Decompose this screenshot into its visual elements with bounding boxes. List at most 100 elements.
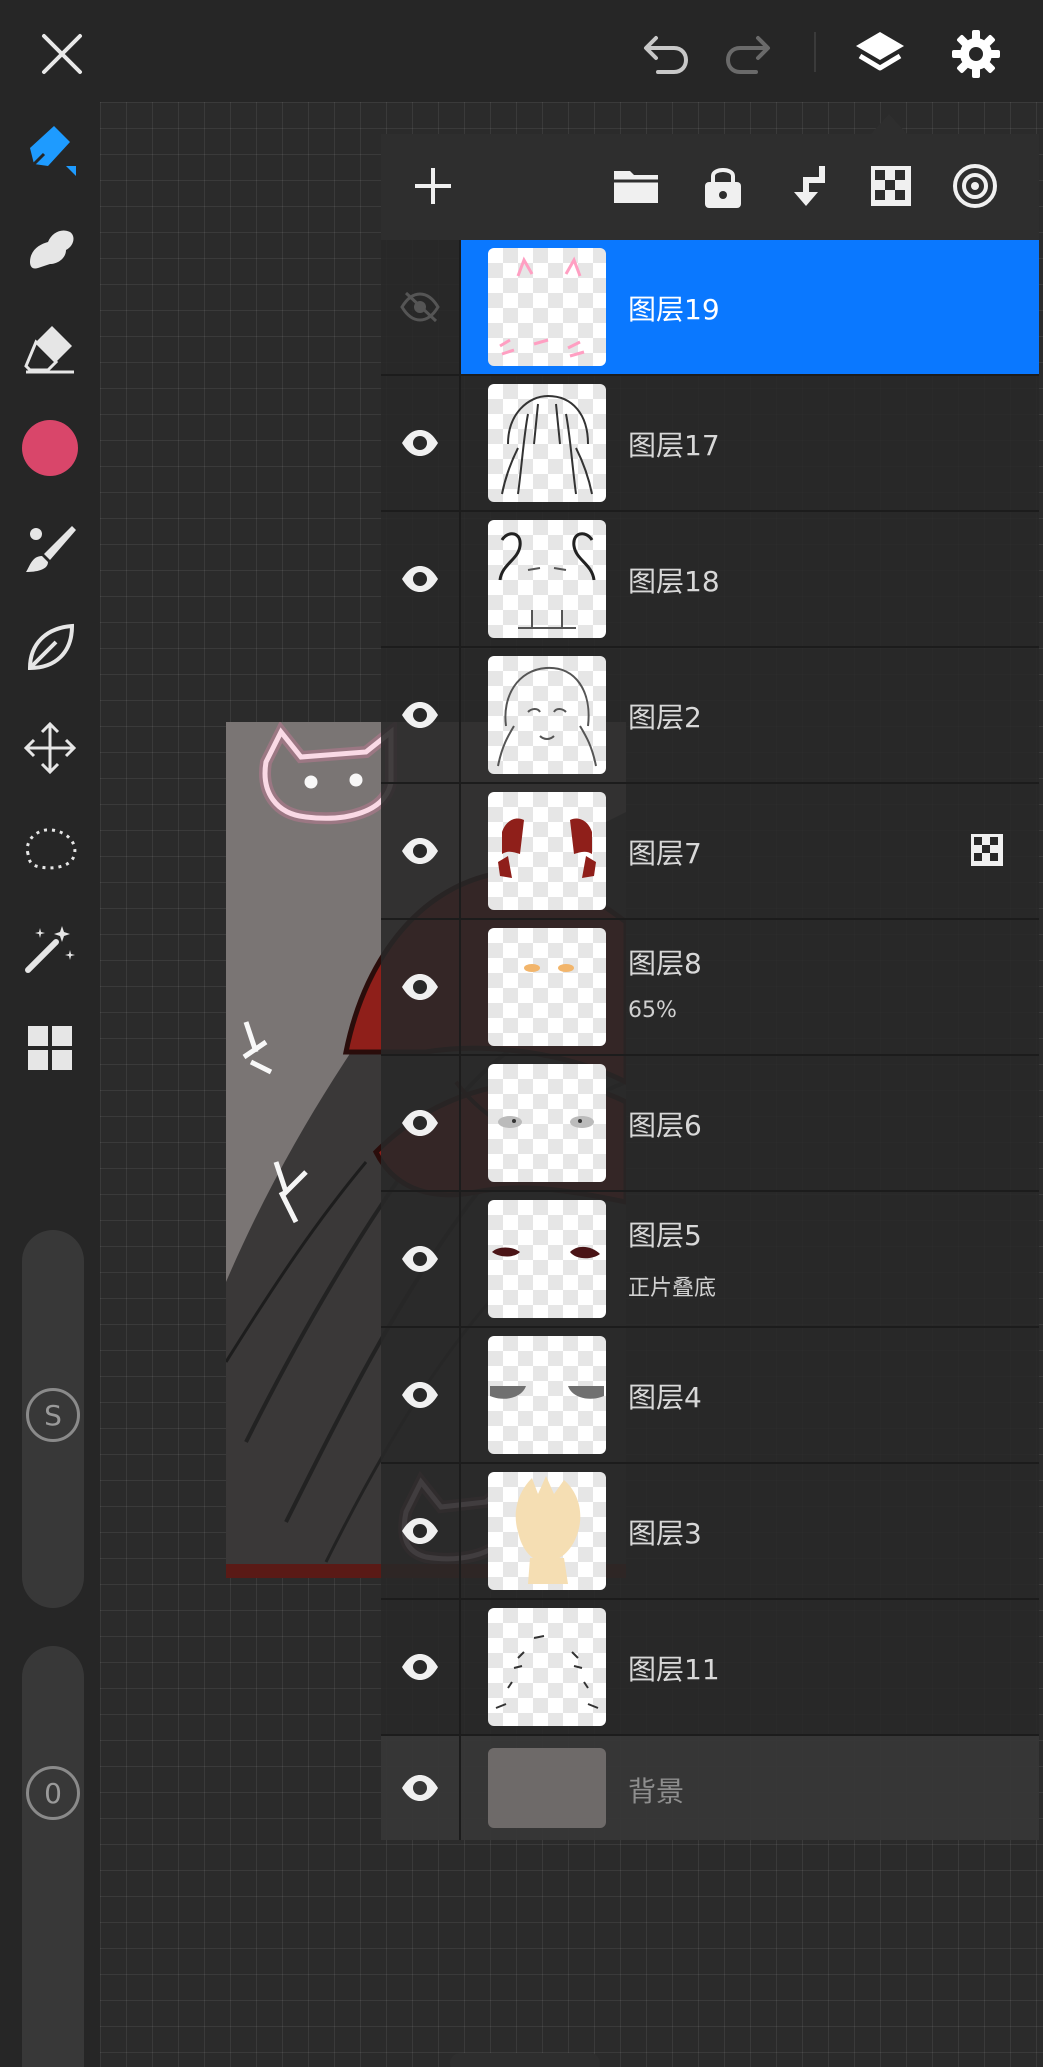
eye-hidden-icon	[400, 291, 440, 323]
gallery-tool[interactable]	[10, 1008, 90, 1088]
layer-row[interactable]: 图层6	[381, 1056, 1039, 1192]
layer-row[interactable]: 图层4	[381, 1328, 1039, 1464]
layer-name: 图层4	[628, 1381, 702, 1414]
layer-blend-mode: 正片叠底	[628, 1276, 717, 1301]
close-icon	[42, 34, 82, 74]
alpha-lock-indicator-icon	[971, 834, 1003, 866]
settings-button[interactable]	[936, 14, 1016, 94]
layer-thumbnail	[488, 928, 606, 1046]
layer-name: 图层8	[628, 947, 702, 980]
layer-row[interactable]: 图层7	[381, 784, 1039, 920]
lasso-icon	[25, 828, 77, 870]
close-button[interactable]	[22, 14, 102, 94]
blend-icon	[953, 164, 997, 208]
layer-row[interactable]: 图层5 正片叠底	[381, 1192, 1039, 1328]
eye-icon	[402, 1246, 438, 1272]
alpha-lock-button[interactable]	[853, 148, 929, 224]
smudge-icon	[30, 230, 74, 269]
visibility-toggle[interactable]	[381, 512, 461, 646]
visibility-toggle[interactable]	[381, 376, 461, 510]
eye-icon	[402, 1775, 438, 1801]
layer-name: 图层3	[628, 1517, 702, 1550]
layer-row[interactable]: 图层11	[381, 1600, 1039, 1736]
layers-panel-header	[381, 134, 1039, 240]
gear-icon	[952, 30, 1000, 78]
visibility-toggle[interactable]	[381, 920, 461, 1054]
size-slider-label: S	[26, 1388, 80, 1442]
visibility-toggle[interactable]	[381, 1600, 461, 1734]
redo-button[interactable]	[710, 14, 790, 94]
folder-icon	[614, 171, 658, 203]
layer-thumbnail	[488, 1472, 606, 1590]
move-icon	[23, 721, 77, 775]
color-swatch[interactable]	[10, 408, 90, 488]
layers-panel: 图层19 图层17 图层18 图层2 图层7 图层8 65% 图层6 图层5 正…	[381, 114, 1039, 1840]
eye-icon	[402, 1654, 438, 1680]
eye-icon	[402, 1518, 438, 1544]
layer-row[interactable]: 图层8 65%	[381, 920, 1039, 1056]
visibility-toggle[interactable]	[381, 784, 461, 918]
undo-icon	[644, 36, 689, 74]
redo-icon	[725, 36, 770, 74]
layer-row[interactable]: 图层3	[381, 1464, 1039, 1600]
bottom-handle[interactable]	[450, 2053, 600, 2067]
layers-button[interactable]	[840, 14, 920, 94]
merge-down-button[interactable]	[770, 148, 846, 224]
layer-row[interactable]: 图层17	[381, 376, 1039, 512]
brush-size-slider[interactable]: S	[22, 1230, 84, 1608]
layer-name: 图层11	[628, 1653, 720, 1686]
brush-opacity-slider[interactable]: 0	[22, 1646, 84, 2067]
folder-button[interactable]	[598, 148, 674, 224]
eye-icon	[402, 1382, 438, 1408]
pen-tool[interactable]	[10, 108, 90, 188]
merge-down-icon	[794, 166, 825, 206]
alpha-lock-icon	[871, 166, 911, 206]
add-layer-icon	[415, 168, 451, 204]
layer-thumbnail	[488, 248, 606, 366]
eye-icon	[402, 974, 438, 1000]
background-thumbnail	[488, 1748, 606, 1828]
background-layer-row[interactable]: 背景	[381, 1736, 1039, 1840]
smudge-tool[interactable]	[10, 208, 90, 288]
lock-icon	[705, 168, 741, 208]
eraser-icon	[24, 326, 74, 374]
eraser-tool[interactable]	[10, 308, 90, 388]
visibility-toggle[interactable]	[381, 1192, 461, 1326]
grid-icon	[28, 1026, 72, 1070]
layer-name: 图层6	[628, 1109, 702, 1142]
visibility-toggle[interactable]	[381, 1464, 461, 1598]
layer-name: 图层19	[628, 293, 720, 326]
leaf-tool[interactable]	[10, 608, 90, 688]
layer-name: 图层5	[628, 1219, 702, 1252]
visibility-toggle[interactable]	[381, 240, 461, 374]
eye-icon	[402, 702, 438, 728]
brush-settings[interactable]	[10, 508, 90, 588]
undo-button[interactable]	[624, 14, 704, 94]
transform-tool[interactable]	[10, 708, 90, 788]
layer-thumbnail	[488, 520, 606, 638]
visibility-toggle[interactable]	[381, 1328, 461, 1462]
add-layer-button[interactable]	[395, 148, 471, 224]
layer-row[interactable]: 图层2	[381, 648, 1039, 784]
visibility-toggle[interactable]	[381, 648, 461, 782]
magic-wand-tool[interactable]	[10, 908, 90, 988]
visibility-toggle[interactable]	[381, 1056, 461, 1190]
eye-icon	[402, 838, 438, 864]
lock-layer-button[interactable]	[685, 148, 761, 224]
layer-name: 图层2	[628, 701, 702, 734]
layer-row[interactable]: 图层18	[381, 512, 1039, 648]
panel-pointer	[869, 114, 909, 136]
eye-icon	[402, 1110, 438, 1136]
left-toolbar: S 0	[0, 102, 100, 2067]
brush-icon	[26, 526, 76, 572]
magic-wand-icon	[25, 926, 75, 973]
layer-thumbnail	[488, 1064, 606, 1182]
layer-row[interactable]: 图层19	[381, 240, 1039, 376]
opacity-slider-label: 0	[26, 1766, 80, 1820]
layer-thumbnail	[488, 1200, 606, 1318]
lasso-tool[interactable]	[10, 808, 90, 888]
painting-app: S 0 图层19 图层17 图层18 图层2 图层7 图层8 65% 图层6 图…	[0, 0, 1043, 2067]
visibility-toggle[interactable]	[381, 1736, 461, 1840]
color-circle	[22, 420, 78, 476]
blend-mode-button[interactable]	[937, 148, 1013, 224]
